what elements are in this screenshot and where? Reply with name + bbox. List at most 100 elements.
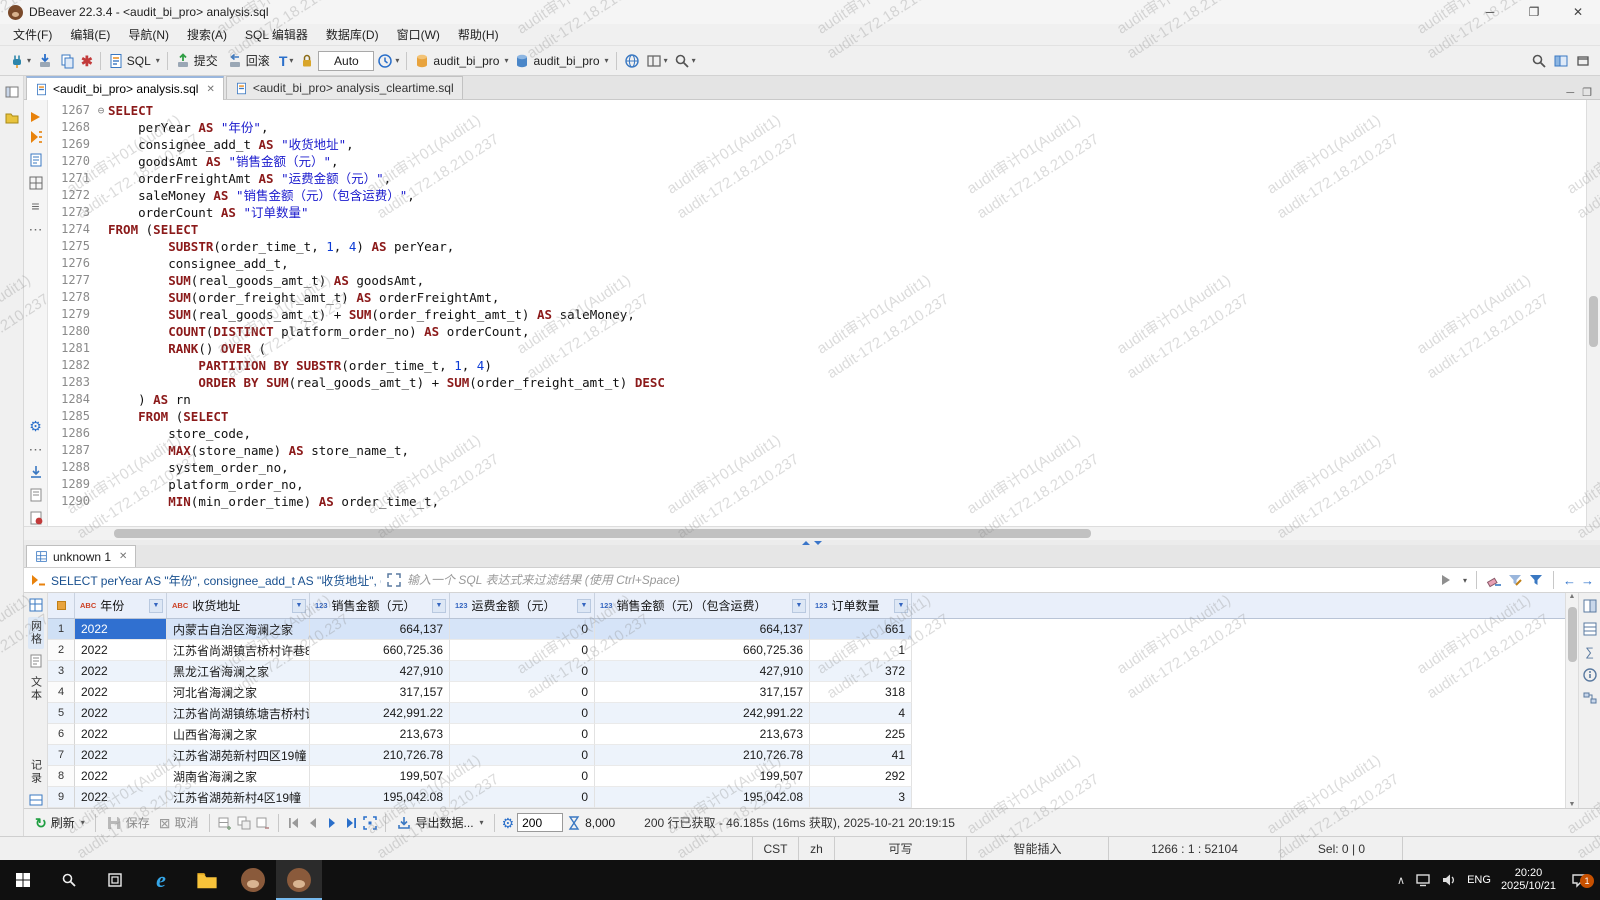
filter-icon[interactable] (1528, 572, 1544, 588)
value-viewer-panel-icon[interactable] (1582, 598, 1598, 614)
refresh-button[interactable]: ↻ 刷新 ▾ (32, 812, 88, 834)
presentation-tab-record[interactable]: 记录 (28, 756, 44, 788)
grid-cell[interactable]: 318 (810, 682, 912, 703)
close-button[interactable]: ✕ (1556, 0, 1600, 24)
grid-cell[interactable]: 1 (810, 640, 912, 661)
menu-item-2[interactable]: 编辑(E) (61, 24, 119, 46)
grid-cell[interactable]: 317,157 (310, 682, 450, 703)
start-button[interactable] (0, 860, 46, 900)
export-data-button[interactable]: 导出数据... ▾ (393, 812, 487, 834)
grid-cell[interactable]: 199,507 (310, 766, 450, 787)
scrollbar-thumb[interactable] (1589, 296, 1598, 347)
presentation-tab-grid[interactable]: 网格 (28, 617, 44, 649)
code-line[interactable]: 1287 MAX(store_name) AS store_name_t, (48, 442, 1586, 459)
rollback-button[interactable]: 回滚 (224, 49, 276, 73)
column-header-3[interactable]: 123销售金额（元）▼ (310, 593, 450, 618)
code-line[interactable]: 1274FROM (SELECT (48, 221, 1586, 238)
code-area[interactable]: 1267⊖SELECT1268 perYear AS "年份",1269 con… (48, 100, 1586, 526)
grid-cell[interactable]: 江苏省湖苑新村4区19幢 (167, 787, 310, 808)
error-marker-icon[interactable] (28, 510, 44, 526)
execute-statement-icon[interactable] (31, 112, 40, 122)
table-row[interactable]: 62022山西省海澜之家213,6730213,673225 (48, 724, 1565, 745)
menu-item-5[interactable]: SQL 编辑器 (236, 24, 317, 46)
grid-cell[interactable]: 江苏省尚湖镇练塘吉桥村许 (167, 703, 310, 724)
dbeaver-taskbar-button-2[interactable] (276, 860, 322, 900)
nav-forward-icon[interactable]: → (1581, 573, 1594, 588)
last-page-icon[interactable] (343, 815, 359, 831)
ie-browser-button[interactable]: e (138, 860, 184, 900)
connect-button[interactable] (34, 49, 56, 73)
minimize-view-button[interactable] (1572, 49, 1594, 73)
clock[interactable]: 20:20 2025/10/21 (1501, 867, 1556, 893)
code-line[interactable]: 1269 consignee_add_t AS "收货地址", (48, 136, 1586, 153)
grid-cell[interactable]: 2022 (75, 787, 167, 808)
grid-cell[interactable]: 210,726.78 (310, 745, 450, 766)
editor-more-icon[interactable]: ⋯ (29, 441, 43, 457)
code-line[interactable]: 1276 consignee_add_t, (48, 255, 1586, 272)
focus-cell-icon[interactable] (362, 815, 378, 831)
menu-item-3[interactable]: 导航(N) (119, 24, 178, 46)
delete-row-icon[interactable] (255, 815, 271, 831)
grid-cell[interactable]: 3 (810, 787, 912, 808)
table-row[interactable]: 52022江苏省尚湖镇练塘吉桥村许242,991.220242,991.224 (48, 703, 1565, 724)
toolbar-search-button[interactable]: ▾ (671, 49, 699, 73)
table-row[interactable]: 82022湖南省海澜之家199,5070199,507292 (48, 766, 1565, 787)
edit-filter-icon[interactable] (1507, 572, 1523, 588)
grid-cell[interactable]: 2022 (75, 640, 167, 661)
text-presentation-icon[interactable] (28, 653, 44, 669)
templates-icon[interactable]: ≡ (31, 198, 39, 214)
apply-filter-button[interactable] (1436, 570, 1456, 590)
scrollbar-thumb[interactable] (114, 529, 1091, 538)
row-number[interactable]: 4 (48, 682, 75, 703)
grid-settings-icon[interactable]: ⚙ (502, 815, 515, 831)
grid-cell[interactable]: 660,725.36 (310, 640, 450, 661)
column-header-1[interactable]: ABC年份▼ (75, 593, 167, 618)
table-row[interactable]: 42022河北省海澜之家317,1570317,157318 (48, 682, 1565, 703)
grid-cell[interactable]: 664,137 (595, 619, 810, 640)
lock-button[interactable] (296, 49, 318, 73)
grid-cell[interactable]: 0 (450, 745, 595, 766)
grid-cell[interactable]: 427,910 (595, 661, 810, 682)
grouping-panel-icon[interactable] (1582, 621, 1598, 637)
grid-cell[interactable]: 黑龙江省海澜之家 (167, 661, 310, 682)
grid-cell[interactable]: 213,673 (595, 724, 810, 745)
grid-cell[interactable]: 317,157 (595, 682, 810, 703)
table-row[interactable]: 22022江苏省尚湖镇吉桥村许巷8660,725.360660,725.361 (48, 640, 1565, 661)
grid-cell[interactable]: 2022 (75, 724, 167, 745)
row-number[interactable]: 2 (48, 640, 75, 661)
first-page-icon[interactable] (286, 815, 302, 831)
save-to-file-icon[interactable] (28, 464, 44, 480)
volume-icon[interactable] (1441, 872, 1457, 888)
column-dropdown-icon[interactable]: ▼ (894, 599, 908, 613)
input-language-indicator[interactable]: ENG (1467, 874, 1491, 886)
transaction-log-button[interactable]: ▾ (374, 49, 402, 73)
menu-item-4[interactable]: 搜索(A) (178, 24, 236, 46)
column-header-6[interactable]: 123订单数量▼ (810, 593, 912, 618)
column-dropdown-icon[interactable]: ▼ (292, 599, 306, 613)
grid-cell[interactable]: 江苏省湖苑新村四区19幢 (167, 745, 310, 766)
log-file-icon[interactable] (28, 487, 44, 503)
filter-input[interactable] (407, 570, 1431, 590)
taskbar-search-button[interactable] (46, 860, 92, 900)
abort-button[interactable]: ✱ (78, 49, 96, 73)
metadata-panel-icon[interactable] (1582, 667, 1598, 683)
grid-cell[interactable]: 4 (810, 703, 912, 724)
column-header-4[interactable]: 123运费金额（元）▼ (450, 593, 595, 618)
next-page-icon[interactable] (324, 815, 340, 831)
transaction-mode-button[interactable]: T ▾ (276, 49, 297, 73)
table-row[interactable]: 92022江苏省湖苑新村4区19幢195,042.080195,042.083 (48, 787, 1565, 808)
scrollbar-thumb[interactable] (1568, 607, 1577, 662)
menu-item-1[interactable]: 文件(F) (4, 24, 61, 46)
code-line[interactable]: 1277 SUM(real_goods_amt_t) AS goodsAmt, (48, 272, 1586, 289)
schema-selector[interactable]: audit_bi_pro ▾ (511, 49, 611, 73)
table-row[interactable]: 32022黑龙江省海澜之家427,9100427,910372 (48, 661, 1565, 682)
code-line[interactable]: 1271 orderFreightAmt AS "运费金额（元）", (48, 170, 1586, 187)
code-line[interactable]: 1286 store_code, (48, 425, 1586, 442)
grid-cell[interactable]: 江苏省尚湖镇吉桥村许巷8 (167, 640, 310, 661)
layout-button[interactable]: ▾ (643, 49, 671, 73)
menu-item-7[interactable]: 窗口(W) (388, 24, 449, 46)
row-number[interactable]: 3 (48, 661, 75, 682)
grid-cell[interactable]: 2022 (75, 619, 167, 640)
grid-cell[interactable]: 0 (450, 619, 595, 640)
code-line[interactable]: 1273 orderCount AS "订单数量" (48, 204, 1586, 221)
